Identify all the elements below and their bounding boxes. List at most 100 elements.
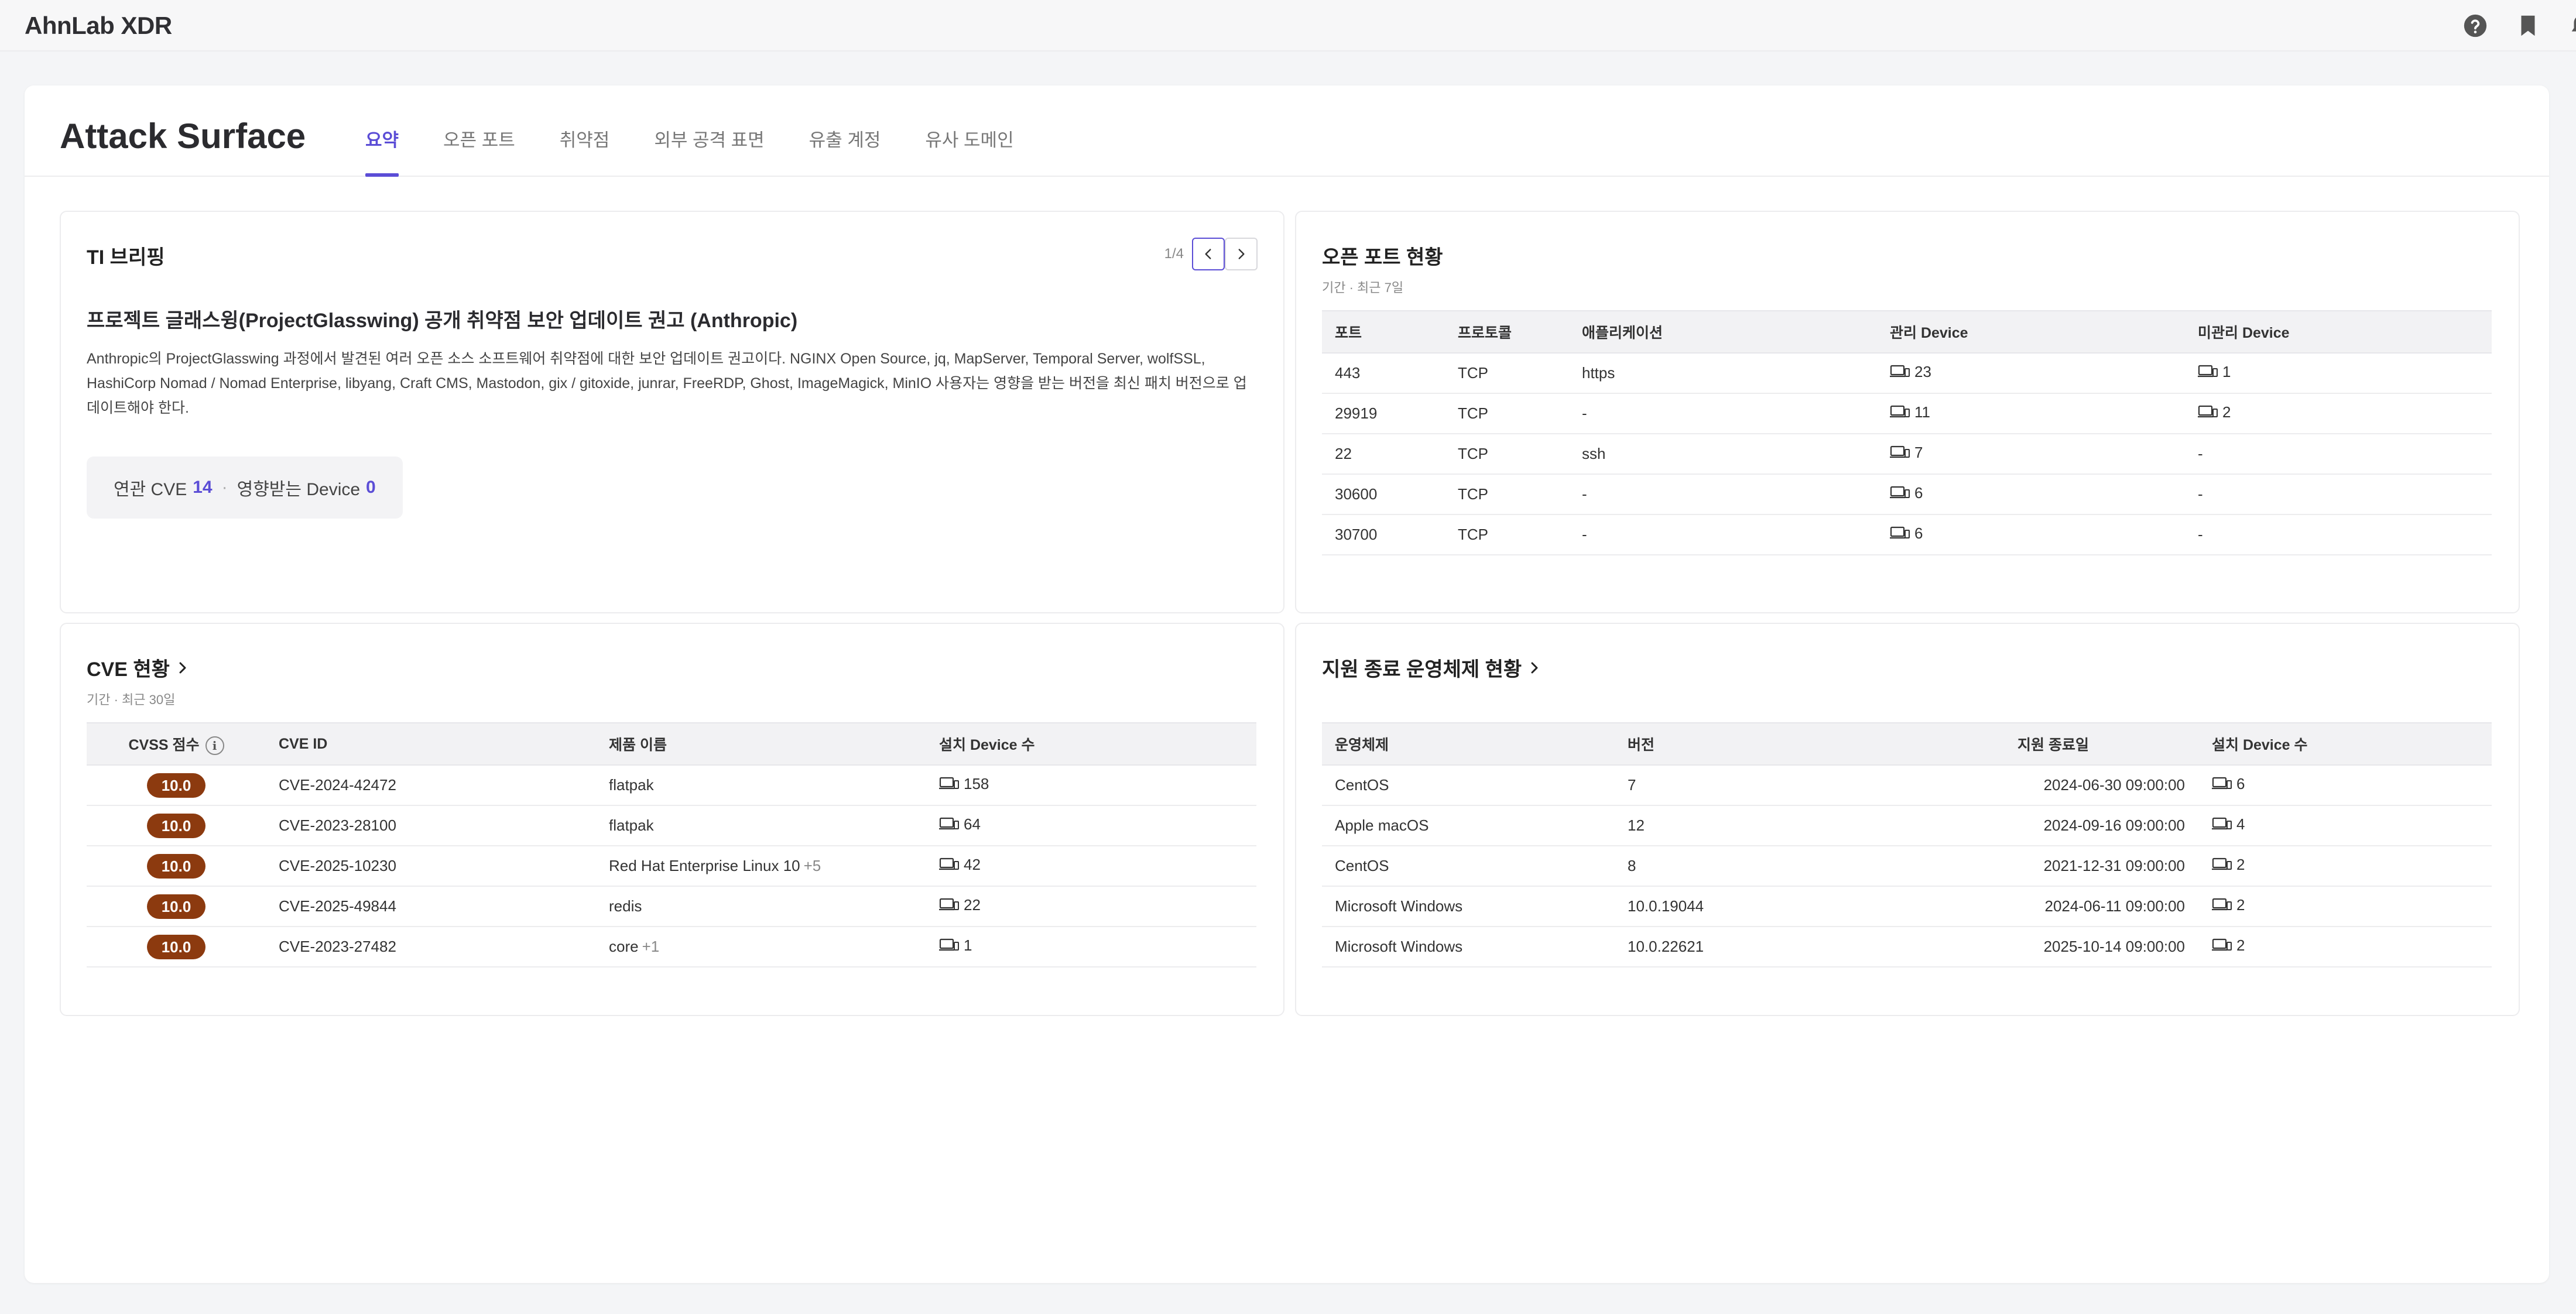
table-row[interactable]: 10.0 CVE-2025-49844 redis 22 <box>87 886 1256 927</box>
product-cell: flatpak <box>596 765 926 806</box>
os-cell: CentOS <box>1322 765 1615 806</box>
table-row[interactable]: 22 TCP ssh 7 - <box>1322 434 2492 475</box>
device-count-cell: 158 <box>926 765 1256 806</box>
briefing-headline[interactable]: 프로젝트 글래스윙(ProjectGlasswing) 공개 취약점 보안 업데… <box>87 304 797 333</box>
port-cell: 30600 <box>1322 474 1445 515</box>
product-extra-count[interactable]: +5 <box>804 857 821 874</box>
eol-os-title[interactable]: 지원 종료 운영체제 현황 <box>1322 653 1542 682</box>
tab-external-attack-surface[interactable]: 외부 공격 표면 <box>654 85 764 177</box>
protocol-cell: TCP <box>1445 353 1569 394</box>
table-row[interactable]: 10.0 CVE-2025-10230 Red Hat Enterprise Lin… <box>87 846 1256 887</box>
info-icon[interactable]: i <box>205 736 224 755</box>
table-row[interactable]: 10.0 CVE-2023-27482 core +1 1 <box>87 927 1256 968</box>
unmanaged-device-count[interactable]: 2 <box>2198 403 2231 421</box>
cvss-cell: 10.0 <box>87 846 266 887</box>
affected-device-count[interactable]: 0 <box>366 478 376 498</box>
table-row[interactable]: 29919 TCP -11 2 <box>1322 393 2492 434</box>
chevron-right-icon <box>179 662 186 673</box>
product-cell: core +1 <box>596 927 926 968</box>
app-logo[interactable]: AhnLab XDR <box>25 12 172 40</box>
prev-button[interactable] <box>1192 238 1225 270</box>
tab-bar: 요약 오픈 포트 취약점 외부 공격 표면 유출 계정 유사 도메인 <box>365 85 1059 177</box>
table-row[interactable]: Microsoft Windows 10.0.22621 2025-10-14 09… <box>1322 927 2492 968</box>
cvss-score-badge: 10.0 <box>147 773 205 798</box>
column-header[interactable]: CVE ID <box>266 722 596 766</box>
installed-device-count[interactable]: 158 <box>939 775 989 793</box>
tab-summary[interactable]: 요약 <box>365 85 399 177</box>
column-header[interactable]: 설치 Device 수 <box>2199 722 2492 766</box>
table-row[interactable]: 10.0 CVE-2023-28100 flatpak 64 <box>87 805 1256 846</box>
installed-device-count[interactable]: 2 <box>2212 856 2245 874</box>
table-row[interactable]: Microsoft Windows 10.0.19044 2024-06-11 09… <box>1322 886 2492 927</box>
cve-title[interactable]: CVE 현황 <box>87 653 190 682</box>
top-bar: AhnLab XDR <box>0 0 2576 52</box>
eol-date-cell: 2024-06-30 09:00:00 <box>1907 765 2199 806</box>
installed-device-count[interactable]: 2 <box>2212 936 2245 955</box>
device-icon <box>2198 406 2218 418</box>
installed-device-count[interactable]: 6 <box>2212 775 2245 793</box>
managed-device-cell: 6 <box>1877 514 2185 555</box>
unmanaged-device-count[interactable]: 1 <box>2198 363 2231 381</box>
cvss-column-header[interactable]: CVSS 점수 i <box>87 722 266 766</box>
installed-device-count[interactable]: 1 <box>939 936 972 955</box>
column-header[interactable]: 버전 <box>1615 722 1907 766</box>
managed-device-count[interactable]: 23 <box>1890 363 1931 381</box>
bookmark-icon[interactable] <box>2509 7 2547 44</box>
column-header[interactable]: 지원 종료일 <box>1907 722 2199 766</box>
table-row[interactable]: 30600 TCP -6- <box>1322 474 2492 515</box>
table-row[interactable]: 10.0 CVE-2024-42472 flatpak 158 <box>87 765 1256 806</box>
column-header[interactable]: 관리 Device <box>1877 310 2185 354</box>
managed-device-cell: 23 <box>1877 353 2185 394</box>
installed-device-count[interactable]: 64 <box>939 815 981 833</box>
table-row[interactable]: 443 TCP https 23 1 <box>1322 353 2492 394</box>
installed-device-count[interactable]: 2 <box>2212 896 2245 914</box>
eol-os-panel: 지원 종료 운영체제 현황 운영체제 버전 지원 종료일 설치 Device 수… <box>1295 623 2520 1016</box>
device-count-cell: 1 <box>926 927 1256 968</box>
related-cve-count[interactable]: 14 <box>193 478 212 498</box>
pager-indicator: 1/4 <box>1164 246 1184 262</box>
column-header[interactable]: 운영체제 <box>1322 722 1615 766</box>
column-header[interactable]: 프로토콜 <box>1445 310 1569 354</box>
cve-id-cell: CVE-2025-49844 <box>266 886 596 927</box>
cve-table: CVSS 점수 i CVE ID 제품 이름 설치 Device 수 10.0 CV… <box>87 722 1256 968</box>
column-header[interactable]: 제품 이름 <box>596 722 926 766</box>
managed-device-cell: 11 <box>1877 393 2185 434</box>
open-ports-table: 포트 프로토콜 애플리케이션 관리 Device 미관리 Device 443 T… <box>1322 310 2492 555</box>
product-extra-count[interactable]: +1 <box>642 938 660 955</box>
ti-briefing-panel: TI 브리핑 1/4 프로젝트 글래스윙(ProjectGlasswing) 공… <box>60 211 1284 613</box>
column-header[interactable]: 미관리 Device <box>2185 310 2492 354</box>
column-header[interactable]: 설치 Device 수 <box>926 722 1256 766</box>
installed-device-count[interactable]: 42 <box>939 856 981 874</box>
tab-similar-domains[interactable]: 유사 도메인 <box>925 85 1013 177</box>
column-header[interactable]: 포트 <box>1322 310 1445 354</box>
managed-device-count[interactable]: 6 <box>1890 524 1923 543</box>
column-header[interactable]: 애플리케이션 <box>1569 310 1877 354</box>
table-row[interactable]: 30700 TCP -6- <box>1322 514 2492 555</box>
tab-open-ports[interactable]: 오픈 포트 <box>443 85 515 177</box>
table-row[interactable]: Apple macOS 12 2024-09-16 09:00:00 4 <box>1322 805 2492 846</box>
installed-device-count[interactable]: 22 <box>939 896 981 914</box>
cve-period: 기간 · 최근 30일 <box>87 692 176 707</box>
product-cell: flatpak <box>596 805 926 846</box>
device-icon <box>939 777 959 790</box>
managed-device-count[interactable]: 6 <box>1890 484 1923 502</box>
tab-leaked-accounts[interactable]: 유출 계정 <box>809 85 881 177</box>
table-row[interactable]: CentOS 8 2021-12-31 09:00:00 2 <box>1322 846 2492 887</box>
tab-vulnerabilities[interactable]: 취약점 <box>560 85 610 177</box>
managed-device-count[interactable]: 11 <box>1890 403 1930 421</box>
help-icon[interactable] <box>2457 7 2494 44</box>
managed-device-count[interactable]: 7 <box>1890 444 1923 462</box>
product-name: redis <box>609 897 642 915</box>
device-icon <box>1890 446 1910 458</box>
next-button[interactable] <box>1225 238 1258 270</box>
unmanaged-device-cell: - <box>2185 514 2492 555</box>
chevron-left-icon <box>1205 249 1211 259</box>
os-cell: CentOS <box>1322 846 1615 887</box>
cvss-cell: 10.0 <box>87 805 266 846</box>
unmanaged-device-cell: 2 <box>2185 393 2492 434</box>
product-name: core <box>609 938 639 955</box>
table-row[interactable]: CentOS 7 2024-06-30 09:00:00 6 <box>1322 765 2492 806</box>
bell-icon[interactable] <box>2562 7 2576 44</box>
installed-device-count[interactable]: 4 <box>2212 815 2245 833</box>
product-name: flatpak <box>609 776 654 794</box>
